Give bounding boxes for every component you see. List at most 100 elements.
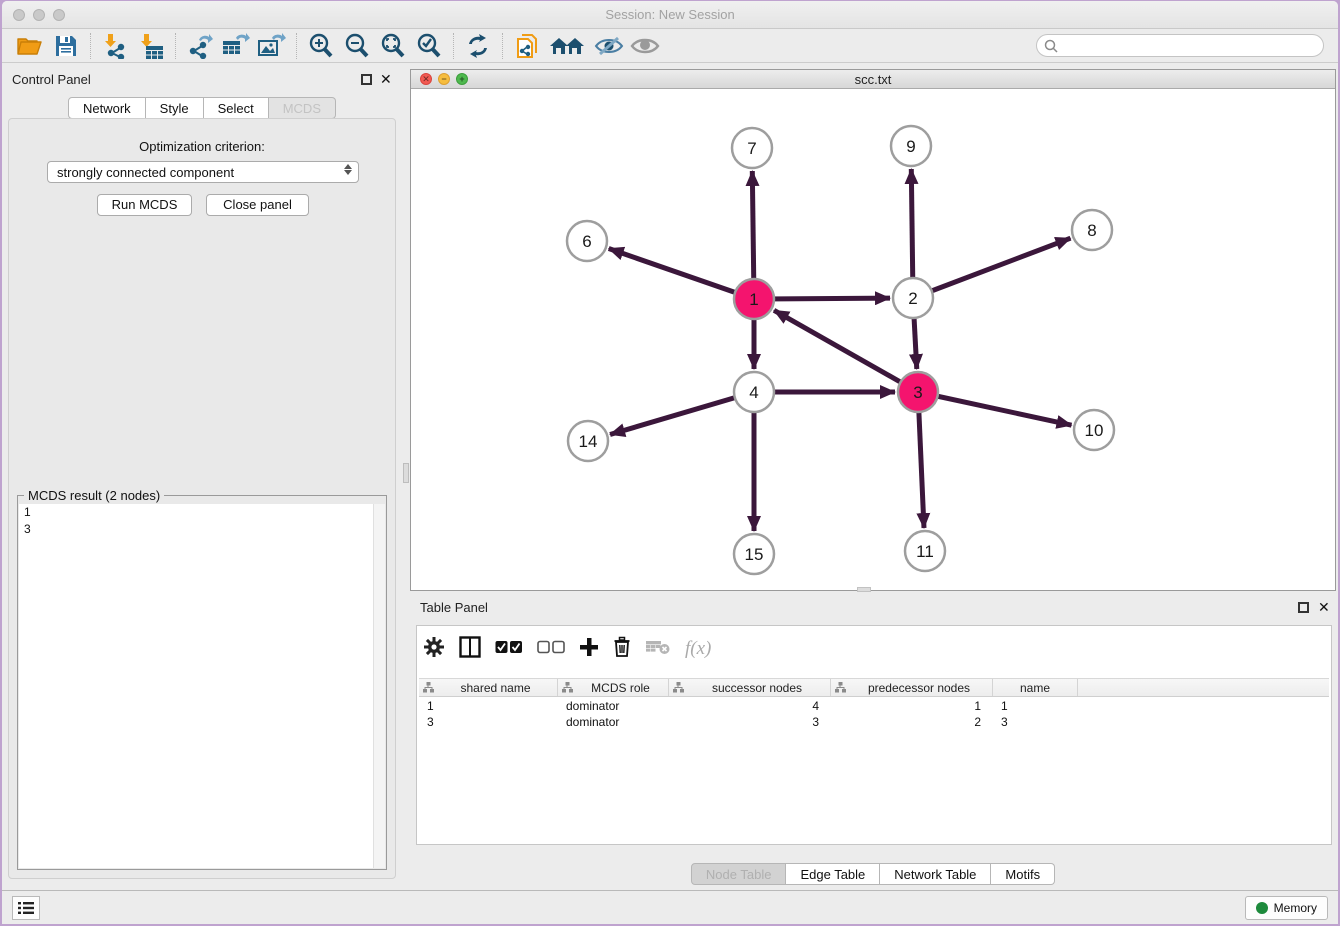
add-column-icon[interactable]	[579, 637, 599, 662]
network-canvas[interactable]: 1234678910111415	[411, 89, 1335, 590]
table-cell: 3	[993, 714, 1078, 730]
close-panel-button[interactable]: Close panel	[206, 194, 309, 216]
select-all-icon[interactable]	[495, 640, 523, 659]
criterion-select[interactable]: strongly connected component	[47, 161, 359, 183]
network-view-window: ✕ − + scc.txt 1234678910111415	[410, 69, 1336, 591]
memory-status-icon	[1256, 902, 1268, 914]
graph-node-label: 9	[906, 137, 915, 156]
memory-button[interactable]: Memory	[1245, 896, 1328, 920]
list-icon	[18, 901, 34, 915]
hide-eye-icon[interactable]	[594, 32, 624, 60]
splitter-handle[interactable]	[403, 463, 409, 483]
table-body[interactable]: 1dominator4113dominator323	[419, 698, 1329, 730]
optimization-criterion-label: Optimization criterion:	[9, 139, 395, 154]
column-label: predecessor nodes	[846, 681, 992, 695]
graph-node-label: 7	[747, 139, 756, 158]
table-cell: 1	[419, 698, 558, 714]
graph-node-label: 4	[749, 383, 758, 402]
mcds-result-list[interactable]: 1 3	[19, 504, 385, 868]
deselect-all-icon[interactable]	[537, 640, 565, 659]
graph-edge-4-14[interactable]	[610, 392, 754, 434]
app-window: Session: New Session	[2, 1, 1338, 924]
attribute-icon	[835, 682, 846, 693]
zoom-out-icon[interactable]	[342, 32, 372, 60]
column-header-shared-name[interactable]: shared name	[419, 679, 558, 696]
tab-network-table[interactable]: Network Table	[880, 863, 991, 885]
graph-edge-3-10[interactable]	[918, 392, 1072, 425]
function-fx-icon: f(x)	[685, 638, 711, 660]
delete-icon[interactable]	[613, 636, 631, 662]
table-toolbar: f(x)	[423, 632, 711, 666]
graph-edge-1-6[interactable]	[609, 249, 754, 299]
export-image-icon[interactable]	[257, 32, 287, 60]
memory-label: Memory	[1274, 901, 1317, 915]
close-table-panel-icon[interactable]: ✕	[1318, 599, 1330, 616]
zoom-in-icon[interactable]	[306, 32, 336, 60]
mcds-result-title: MCDS result (2 nodes)	[24, 488, 164, 503]
graph-edge-3-1[interactable]	[774, 310, 918, 392]
export-network-icon[interactable]	[185, 32, 215, 60]
titlebar: Session: New Session	[2, 1, 1338, 29]
home-icon[interactable]	[548, 32, 588, 60]
table-row[interactable]: 3dominator323	[419, 714, 1329, 730]
float-panel-icon[interactable]	[361, 74, 372, 85]
column-header-mcds-role[interactable]: MCDS role	[558, 679, 669, 696]
control-panel-title: Control Panel	[12, 72, 91, 87]
float-table-panel-icon[interactable]	[1298, 602, 1309, 613]
horizontal-splitter-handle[interactable]	[857, 587, 871, 592]
search-field[interactable]	[1036, 34, 1324, 57]
graph-node-label: 2	[908, 289, 917, 308]
column-select-icon[interactable]	[459, 636, 481, 663]
zoom-selected-icon[interactable]	[414, 32, 444, 60]
network-window-title: scc.txt	[411, 72, 1335, 87]
delete-table-icon	[645, 639, 671, 660]
tab-network[interactable]: Network	[68, 97, 146, 119]
show-eye-icon[interactable]	[630, 32, 660, 60]
search-input[interactable]	[1062, 39, 1323, 53]
column-label: successor nodes	[684, 681, 830, 695]
open-session-icon[interactable]	[15, 32, 45, 60]
table-cell: dominator	[558, 714, 669, 730]
table-cell: dominator	[558, 698, 669, 714]
refresh-layout-icon[interactable]	[463, 32, 493, 60]
tab-select[interactable]: Select	[204, 97, 269, 119]
column-header-predecessor-nodes[interactable]: predecessor nodes	[831, 679, 993, 696]
column-header-name[interactable]: name	[993, 679, 1078, 696]
tab-mcds[interactable]: MCDS	[269, 97, 336, 119]
column-header-successor-nodes[interactable]: successor nodes	[669, 679, 831, 696]
result-scrollbar[interactable]	[373, 504, 385, 868]
task-history-button[interactable]	[12, 896, 40, 920]
control-panel-header: Control Panel ✕	[2, 69, 402, 93]
search-icon	[1044, 39, 1058, 53]
tab-motifs[interactable]: Motifs	[991, 863, 1055, 885]
close-panel-icon[interactable]: ✕	[380, 71, 392, 88]
save-session-icon[interactable]	[51, 32, 81, 60]
duplicate-network-icon[interactable]	[512, 32, 542, 60]
graph-edge-2-8[interactable]	[913, 238, 1070, 298]
graph-node-label: 6	[582, 232, 591, 251]
run-mcds-button[interactable]: Run MCDS	[97, 194, 192, 216]
combo-stepper-icon	[344, 164, 352, 175]
tab-edge-table[interactable]: Edge Table	[786, 863, 880, 885]
tab-node-table[interactable]: Node Table	[691, 863, 787, 885]
graph-node-label: 11	[916, 542, 934, 561]
criterion-value: strongly connected component	[57, 165, 234, 180]
table-row[interactable]: 1dominator411	[419, 698, 1329, 714]
network-window-titlebar[interactable]: ✕ − + scc.txt	[411, 70, 1335, 89]
vertical-splitter[interactable]	[402, 63, 410, 891]
node-table-panel: f(x) shared name MCDS role successor nod…	[416, 625, 1332, 845]
export-table-icon[interactable]	[221, 32, 251, 60]
import-table-icon[interactable]	[136, 32, 166, 60]
tab-style[interactable]: Style	[146, 97, 204, 119]
table-panel-header: Table Panel ✕	[410, 597, 1336, 621]
table-cell: 3	[419, 714, 558, 730]
result-line: 1	[19, 504, 385, 521]
mcds-panel: Optimization criterion: strongly connect…	[8, 118, 396, 879]
gear-icon[interactable]	[423, 636, 445, 663]
attribute-icon	[562, 682, 573, 693]
zoom-fit-icon[interactable]	[378, 32, 408, 60]
import-network-icon[interactable]	[100, 32, 130, 60]
attribute-icon	[423, 682, 434, 693]
graph-node-label: 15	[745, 545, 764, 564]
column-label: shared name	[434, 681, 557, 695]
